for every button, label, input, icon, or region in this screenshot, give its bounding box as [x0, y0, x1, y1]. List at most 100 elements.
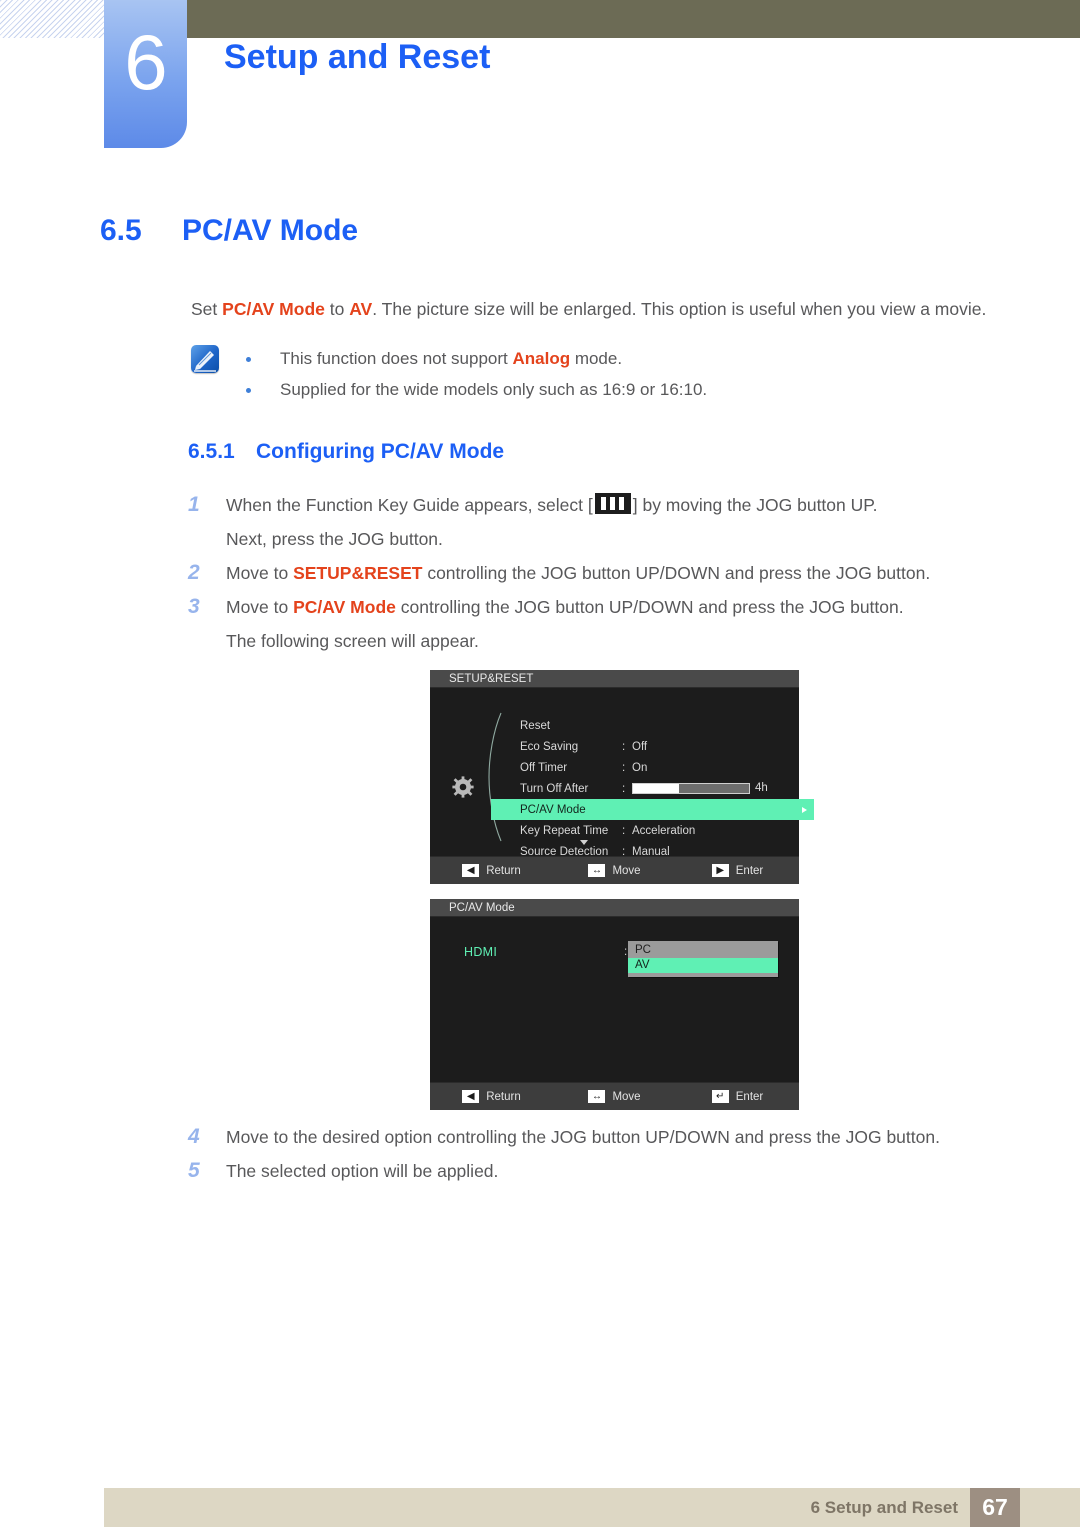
- intro-term-pcav: PC/AV Mode: [222, 299, 325, 319]
- chapter-title: Setup and Reset: [224, 38, 491, 76]
- section-heading: 6.5 PC/AV Mode: [100, 214, 358, 248]
- row-colon: :: [622, 782, 626, 795]
- step-item: 4 Move to the desired option controlling…: [188, 1120, 1018, 1154]
- move-arrows-icon: ↔: [588, 1090, 606, 1103]
- osd-setup-reset: SETUP&RESET Reset Eco Saving: Off Off T…: [430, 670, 814, 884]
- dropdown-option-pc[interactable]: PC: [628, 943, 778, 958]
- osd-row-key-repeat-time[interactable]: Key Repeat Time : Acceleration: [492, 820, 792, 841]
- move-arrows-icon: ↔: [588, 864, 606, 877]
- step-item: 1 When the Function Key Guide appears, s…: [188, 488, 1018, 556]
- step-term-pcav: PC/AV Mode: [293, 597, 396, 617]
- intro-text-c: to: [324, 299, 350, 319]
- step-text-b: controlling the JOG button UP/DOWN and p…: [395, 597, 904, 617]
- left-arrow-icon: ◀: [462, 1090, 480, 1103]
- step-text-b: controlling the JOG button UP/DOWN and p…: [422, 563, 931, 583]
- osd-enter-label: Enter: [735, 864, 764, 877]
- step-text-a: Move to: [226, 563, 294, 583]
- osd-return-button[interactable]: ◀ Return: [430, 1090, 553, 1103]
- step-text: Move to PC/AV Mode controlling the JOG b…: [226, 590, 1018, 624]
- row-value: Off: [632, 740, 648, 753]
- step-text-a: Move to: [226, 597, 294, 617]
- osd-body: HDMI : PC AV: [430, 917, 799, 1082]
- step-item: 5 The selected option will be applied.: [188, 1154, 1018, 1188]
- row-label: Eco Saving: [520, 740, 579, 753]
- left-arrow-icon: ◀: [462, 864, 480, 877]
- step-number: 4: [188, 1125, 200, 1148]
- osd-move-label: Move: [612, 1090, 641, 1103]
- step-text-b: ] by moving the JOG button UP.: [632, 495, 878, 515]
- step-number: 3: [188, 595, 200, 618]
- step-text-line2: The following screen will appear.: [226, 631, 479, 651]
- note-term-analog: Analog: [512, 349, 571, 368]
- scroll-down-caret-icon[interactable]: [580, 840, 588, 845]
- subsection-heading: 6.5.1 Configuring PC/AV Mode: [188, 440, 504, 464]
- gear-icon: [452, 776, 474, 798]
- step-item: 2 Move to SETUP&RESET controlling the JO…: [188, 556, 1018, 590]
- osd-footer: ◀ Return ↔ Move ↵ Enter: [430, 1082, 799, 1110]
- osd-move-label: Move: [612, 864, 641, 877]
- subsection-title: Configuring PC/AV Mode: [256, 440, 505, 463]
- row-label: Reset: [520, 719, 551, 732]
- note-text-a: This function does not support: [280, 349, 513, 368]
- row-label: Off Timer: [520, 761, 568, 774]
- section-title: PC/AV Mode: [182, 214, 359, 247]
- osd-row-turn-off-after[interactable]: Turn Off After : 4h: [492, 778, 792, 799]
- row-label: Turn Off After: [520, 782, 589, 795]
- row-label: Key Repeat Time: [520, 824, 609, 837]
- note-item: Supplied for the wide models only such a…: [240, 374, 1000, 405]
- step-text: Move to SETUP&RESET controlling the JOG …: [226, 556, 1018, 590]
- note-text-a: Supplied for the wide models only such a…: [280, 380, 708, 399]
- step-item: 3 Move to PC/AV Mode controlling the JOG…: [188, 590, 1018, 658]
- row-value-slider: 4h: [632, 782, 792, 794]
- step-number: 1: [188, 493, 200, 516]
- osd-body: Reset Eco Saving : Off Off Timer : On Tu…: [430, 688, 814, 858]
- intro-text-a: Set: [191, 299, 223, 319]
- step-text: When the Function Key Guide appears, sel…: [226, 488, 1018, 522]
- function-key-guide-icon: [594, 493, 631, 514]
- intro-text-e: . The picture size will be enlarged. Thi…: [372, 299, 987, 319]
- step-term-setupreset: SETUP&RESET: [293, 563, 423, 583]
- step-text-a: When the Function Key Guide appears, sel…: [226, 495, 593, 515]
- row-colon: :: [622, 845, 626, 858]
- slider-value: 4h: [755, 782, 768, 795]
- osd-move-button[interactable]: ↔ Move: [553, 864, 676, 877]
- osd-row-off-timer[interactable]: Off Timer : On: [492, 757, 792, 778]
- row-value: On: [632, 761, 648, 774]
- note-list: This function does not support Analog mo…: [240, 343, 1000, 405]
- step-text: The selected option will be applied.: [226, 1161, 499, 1181]
- osd-return-button[interactable]: ◀ Return: [430, 864, 553, 877]
- osd-row-pc-av-mode[interactable]: PC/AV Mode: [491, 799, 814, 820]
- osd-return-label: Return: [486, 1090, 521, 1103]
- slider-fill: [633, 783, 680, 793]
- osd-rows: Reset Eco Saving : Off Off Timer : On Tu…: [491, 715, 814, 862]
- osd-enter-button[interactable]: ▶ Enter: [676, 864, 799, 877]
- steps-list-bottom: 4 Move to the desired option controlling…: [188, 1120, 1018, 1188]
- footer-chapter-label: 6 Setup and Reset: [810, 1498, 958, 1517]
- osd-enter-label: Enter: [735, 1090, 764, 1103]
- dropdown-option-av[interactable]: AV: [628, 958, 778, 973]
- osd-move-button[interactable]: ↔ Move: [553, 1090, 676, 1103]
- intro-paragraph: Set PC/AV Mode to AV. The picture size w…: [191, 297, 1011, 321]
- right-arrow-icon: ▶: [711, 864, 729, 877]
- row-label: Source Detection: [520, 845, 609, 858]
- row-colon: :: [622, 740, 626, 753]
- chevron-right-icon: [802, 806, 807, 813]
- row-colon: :: [622, 761, 626, 774]
- note-item: This function does not support Analog mo…: [240, 343, 1000, 374]
- step-text: Move to the desired option controlling t…: [226, 1127, 940, 1147]
- osd-row-reset[interactable]: Reset: [492, 715, 792, 736]
- osd-row-source-detection[interactable]: Source Detection : Manual: [492, 841, 792, 862]
- page-number-badge: 67: [970, 1488, 1020, 1527]
- step-text-line2: Next, press the JOG button.: [226, 529, 443, 549]
- row-value: Manual: [632, 845, 670, 858]
- steps-list-top: 1 When the Function Key Guide appears, s…: [188, 488, 1018, 658]
- subsection-number: 6.5.1: [188, 440, 235, 463]
- osd-colon: :: [624, 946, 628, 958]
- pc-av-dropdown[interactable]: PC AV: [628, 941, 778, 977]
- header-hatch-pattern: [0, 0, 104, 38]
- osd-title: PC/AV Mode: [430, 899, 799, 917]
- row-label: PC/AV Mode: [520, 803, 586, 816]
- osd-row-eco-saving[interactable]: Eco Saving : Off: [492, 736, 792, 757]
- osd-enter-button[interactable]: ↵ Enter: [676, 1090, 799, 1103]
- turn-off-after-slider[interactable]: [632, 782, 750, 794]
